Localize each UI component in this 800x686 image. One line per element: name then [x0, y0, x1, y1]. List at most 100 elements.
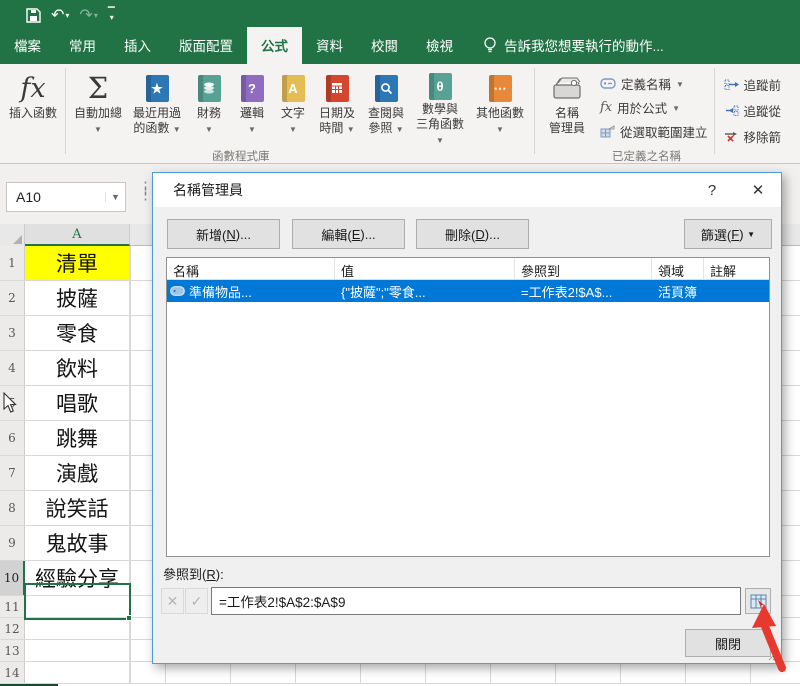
button-label2: 管理員: [549, 121, 585, 136]
delete-button[interactable]: 刪除(D)...: [416, 219, 529, 249]
trace-precedents-icon: [724, 79, 739, 90]
help-icon[interactable]: ?: [689, 173, 735, 207]
remove-arrows-icon: [724, 131, 739, 142]
autosum-button[interactable]: Σ 自動加總 ▼: [69, 68, 127, 148]
row-header-8[interactable]: 8: [0, 491, 25, 525]
cell-a6[interactable]: 跳舞: [25, 421, 130, 455]
financial-button[interactable]: 財務 ▼: [187, 68, 231, 148]
more-functions-button[interactable]: ⋯ 其他函數 ▼: [469, 68, 531, 148]
col-header-name[interactable]: 名稱: [167, 258, 335, 279]
button-label2: 時間 ▼: [319, 121, 354, 137]
lookup-reference-button[interactable]: 查閱與 參照 ▼: [361, 68, 411, 148]
cell-a4[interactable]: 飲料: [25, 351, 130, 385]
tab-page-layout[interactable]: 版面配置: [165, 27, 247, 64]
cell-a3[interactable]: 零食: [25, 316, 130, 350]
theta-icon: θ: [429, 73, 452, 100]
name-manager-button[interactable]: 名稱 管理員: [538, 68, 596, 148]
cell-a1[interactable]: 清單: [25, 246, 130, 280]
date-time-button[interactable]: 日期及 時間 ▼: [313, 68, 361, 148]
recently-used-button[interactable]: ★ 最近用過 的函數 ▼: [127, 68, 187, 148]
close-icon[interactable]: ✕: [735, 173, 781, 207]
names-list[interactable]: 名稱 值 參照到 領域 註解 準備物品... {"披薩";"零食... =工作表…: [166, 257, 770, 557]
new-button[interactable]: 新增(N)...: [167, 219, 280, 249]
row-header-2[interactable]: 2: [0, 281, 25, 315]
row-header-11[interactable]: 11: [0, 596, 25, 617]
cell-a14[interactable]: [25, 662, 130, 683]
col-header-value[interactable]: 值: [335, 258, 515, 279]
tell-me-label: 告訴我您想要執行的動作...: [504, 35, 664, 55]
edit-button[interactable]: 編輯(E)...: [292, 219, 405, 249]
tab-review[interactable]: 校閱: [357, 27, 412, 64]
cell-a13[interactable]: [25, 640, 130, 661]
button-label2: 的函數 ▼: [133, 121, 180, 137]
group-label-function-library: 函數程式庫: [212, 148, 270, 164]
filter-button[interactable]: 篩選(F) ▼: [684, 219, 772, 249]
tab-insert[interactable]: 插入: [110, 27, 165, 64]
drag-handle-dots-icon[interactable]: ⋮⋮: [138, 184, 153, 198]
cell-a12[interactable]: [25, 618, 130, 639]
row-header-10[interactable]: 10: [0, 561, 25, 595]
row-header-9[interactable]: 9: [0, 526, 25, 560]
math-trig-button[interactable]: θ 數學與 三角函數 ▼: [411, 68, 469, 148]
quick-access-toolbar: ↶▾ ↷▾ ▔▾: [26, 5, 115, 25]
tab-data[interactable]: 資料: [302, 27, 357, 64]
mouse-cursor-icon: [2, 392, 18, 414]
name-box-dropdown-icon[interactable]: ▼: [105, 192, 125, 202]
create-from-selection-button[interactable]: 從選取範圍建立: [600, 122, 708, 141]
col-header-comment[interactable]: 註解: [704, 258, 769, 279]
cell-a11[interactable]: [25, 596, 130, 617]
text-button[interactable]: A 文字 ▼: [273, 68, 313, 148]
button-label: 其他函數: [476, 106, 524, 121]
tab-file[interactable]: 檔案: [0, 27, 55, 64]
cell-a2[interactable]: 披薩: [25, 281, 130, 315]
magnifier-icon: [375, 75, 398, 102]
row-header-6[interactable]: 6: [0, 421, 25, 455]
select-all-corner[interactable]: [0, 224, 25, 246]
define-name-button[interactable]: 定義名稱 ▼: [600, 74, 708, 93]
refers-to-input[interactable]: =工作表2!$A$2:$A$9: [211, 587, 741, 615]
row-header-4[interactable]: 4: [0, 351, 25, 385]
cell-a7[interactable]: 演戲: [25, 456, 130, 490]
financial-coins-icon: [198, 75, 221, 102]
cell-a9[interactable]: 鬼故事: [25, 526, 130, 560]
separator: [534, 68, 535, 154]
column-header-a[interactable]: A: [25, 224, 130, 246]
customize-qat-icon[interactable]: ▔▾: [108, 10, 115, 20]
trace-dependents-button[interactable]: 追蹤從: [724, 101, 800, 120]
tab-view[interactable]: 檢視: [412, 27, 467, 64]
row-header-13[interactable]: 13: [0, 640, 25, 661]
name-box[interactable]: A10 ▼: [6, 182, 126, 212]
formula-auditing-commands: 追蹤前 追蹤從 移除箭: [724, 68, 800, 146]
redo-icon: ↷▾: [79, 5, 97, 25]
tab-formulas[interactable]: 公式: [247, 27, 302, 64]
use-in-formula-button[interactable]: fx 用於公式 ▼: [600, 98, 708, 117]
undo-icon[interactable]: ↶▾: [51, 5, 69, 25]
cell-a5[interactable]: 唱歌: [25, 386, 130, 420]
row-header-7[interactable]: 7: [0, 456, 25, 490]
insert-function-button[interactable]: fx 插入函數: [4, 68, 62, 148]
tell-me-box[interactable]: 告訴我您想要執行的動作...: [467, 27, 674, 64]
row-header-1[interactable]: 1: [0, 246, 25, 280]
autosum-icon: Σ: [88, 81, 109, 96]
red-annotation-arrow: [742, 602, 794, 674]
dialog-title-bar[interactable]: 名稱管理員 ? ✕: [153, 173, 781, 207]
trace-precedents-button[interactable]: 追蹤前: [724, 75, 800, 94]
row-header-3[interactable]: 3: [0, 316, 25, 350]
confirm-check-icon: ✓: [185, 588, 208, 614]
ribbon: fx 插入函數 Σ 自動加總 ▼ ★ 最近用過 的函數 ▼ 財務 ▼ ? 邏輯 …: [0, 64, 800, 164]
cell-a8[interactable]: 說笑話: [25, 491, 130, 525]
row-header-12[interactable]: 12: [0, 618, 25, 639]
logical-button[interactable]: ? 邏輯 ▼: [231, 68, 273, 148]
col-header-scope[interactable]: 領域: [652, 258, 704, 279]
button-label: 日期及: [319, 106, 355, 121]
tab-home[interactable]: 常用: [55, 27, 110, 64]
list-item-selected[interactable]: 準備物品... {"披薩";"零食... =工作表2!$A$... 活頁簿: [167, 280, 769, 302]
col-header-refers-to[interactable]: 參照到: [515, 258, 652, 279]
dropdown-arrow: ▼: [672, 104, 680, 113]
cell-a10-selected[interactable]: 經驗分享: [25, 561, 130, 595]
row-header-14[interactable]: 14: [0, 662, 25, 683]
name-cell: 準備物品...: [189, 282, 252, 301]
list-header-row: 名稱 值 參照到 領域 註解: [167, 258, 769, 280]
remove-arrows-button[interactable]: 移除箭: [724, 127, 800, 146]
save-icon[interactable]: [26, 8, 41, 23]
